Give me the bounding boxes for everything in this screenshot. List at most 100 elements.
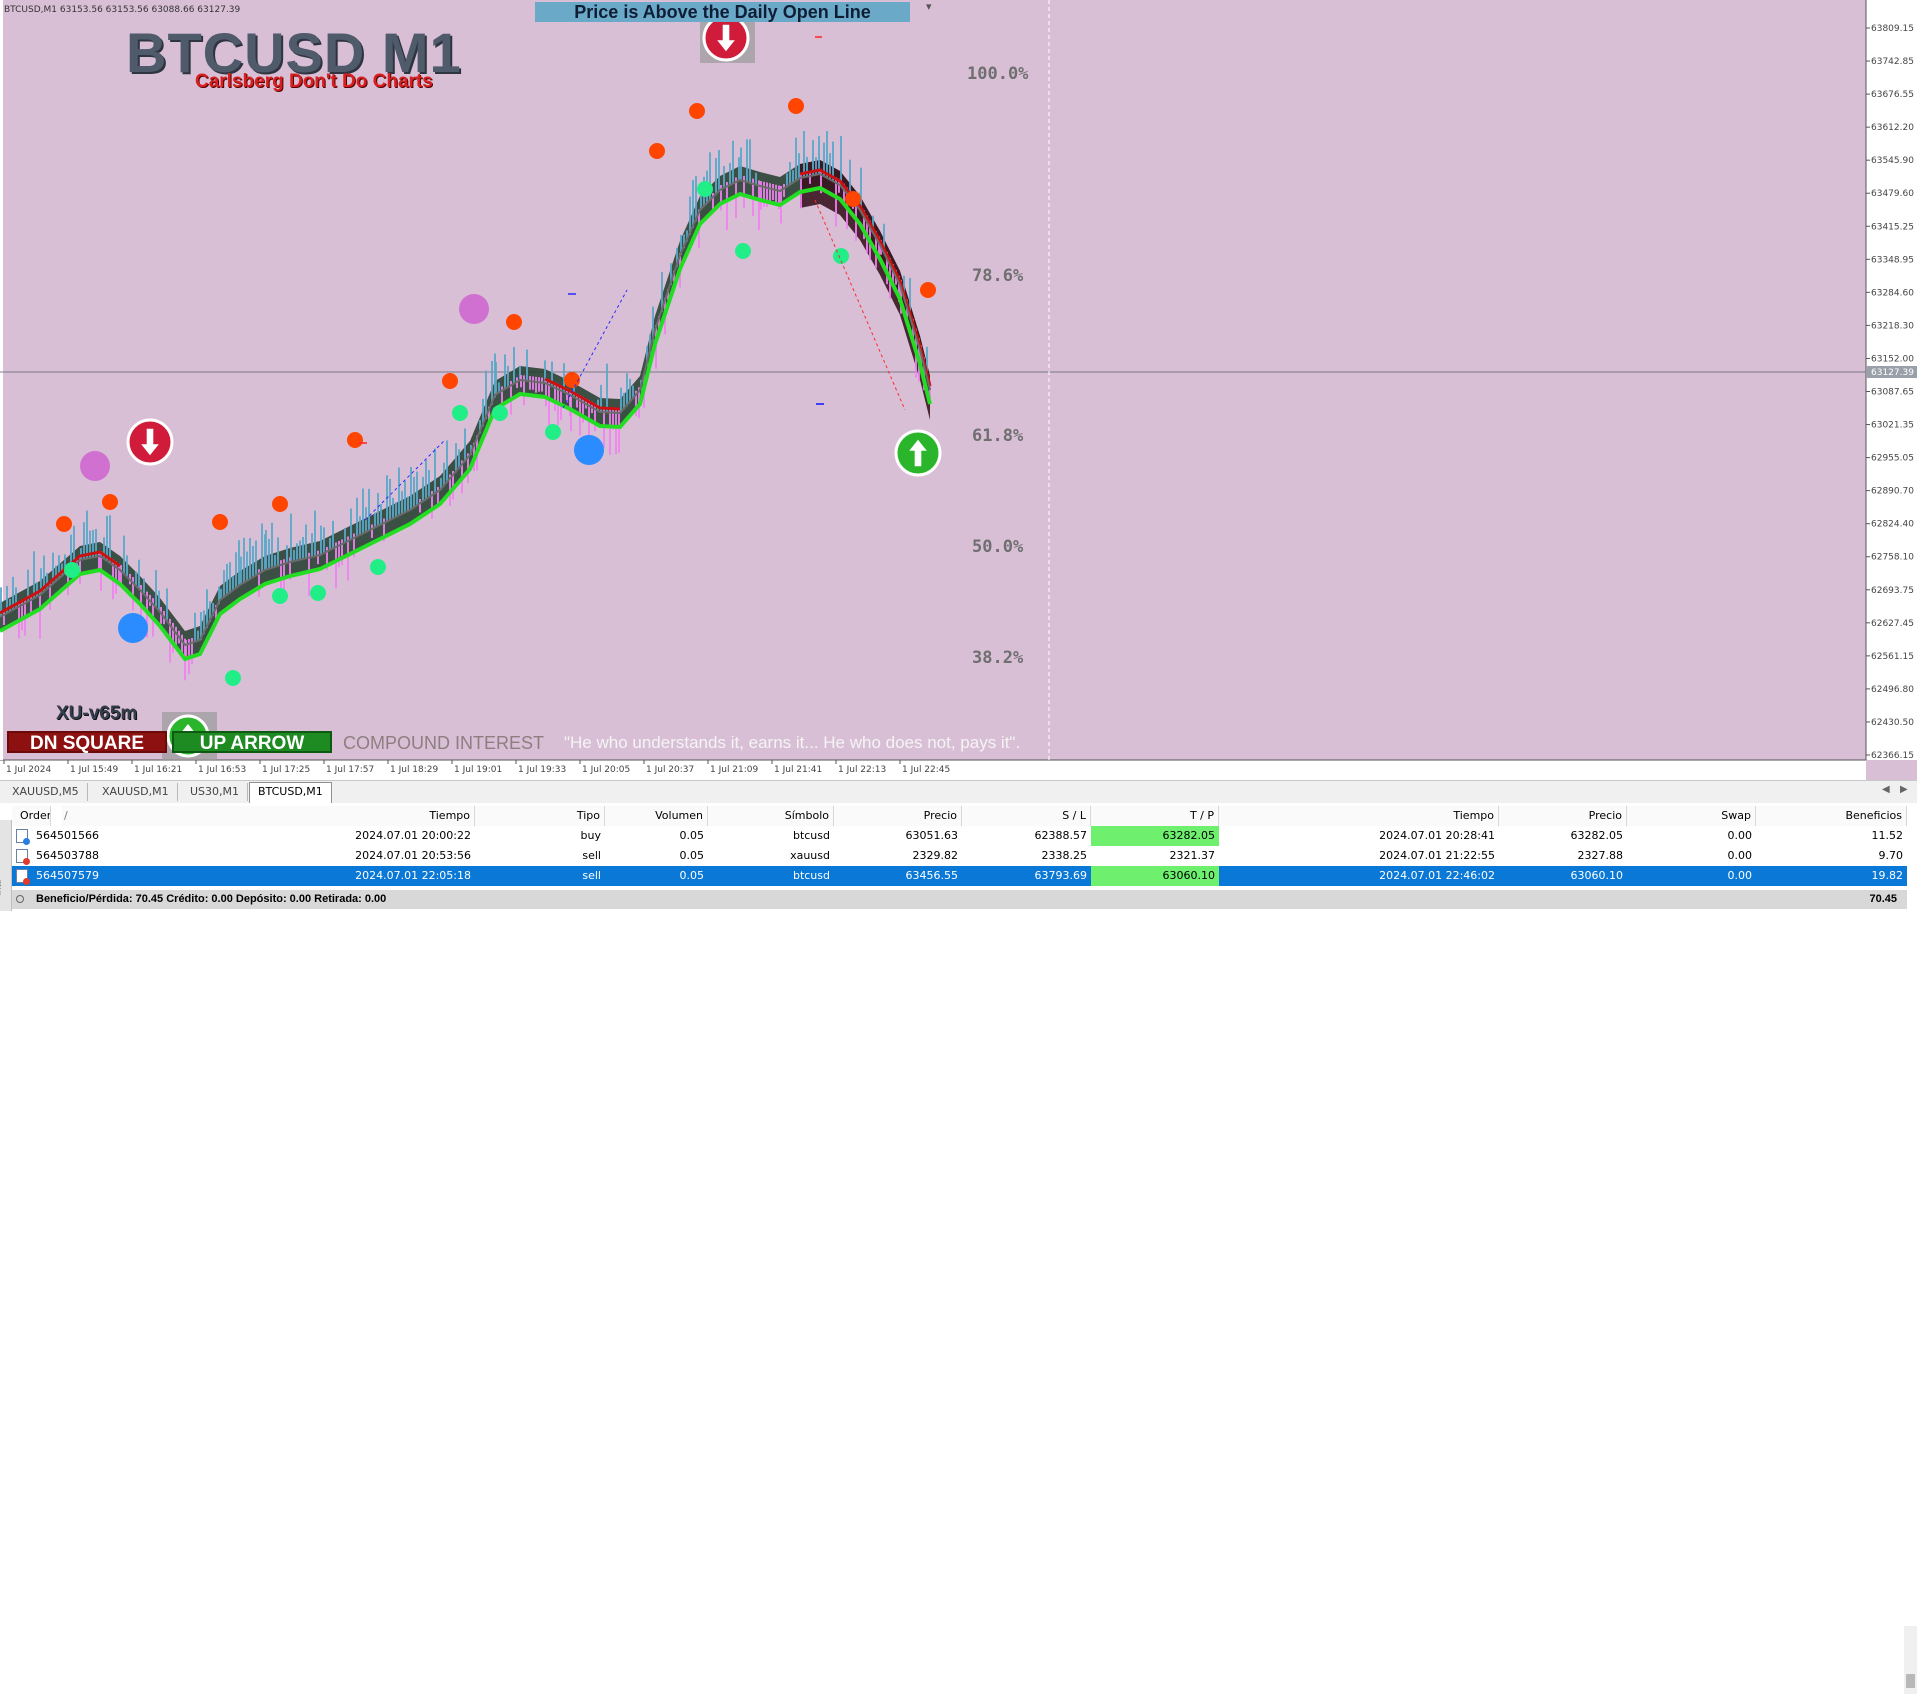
scrollbar-thumb[interactable]	[1906, 1674, 1915, 1688]
orange-signal-dot	[56, 516, 72, 532]
col-header-volumen[interactable]: Volumen	[605, 806, 708, 826]
candle	[840, 135, 842, 185]
price-tick-label: 62693.75	[1871, 586, 1914, 596]
candle	[860, 167, 862, 210]
col-header-beneficios[interactable]: Beneficios	[1756, 806, 1907, 826]
subtitle: Carlsberg Don't Do Charts	[195, 71, 433, 92]
summary-circle-icon	[16, 895, 24, 903]
table-row[interactable]: 564501566 2024.07.01 20:00:22 buy 0.05 b…	[12, 826, 1907, 846]
terminal-side-panel[interactable]: inal	[0, 820, 12, 911]
col-header-orden[interactable]: Orden	[12, 806, 51, 826]
time-tick-label: 1 Jul 16:53	[198, 765, 246, 775]
tab-xauusd-m5[interactable]: XAUUSD,M5	[4, 783, 88, 801]
tab-btcusd-m1[interactable]: BTCUSD,M1	[249, 782, 332, 803]
dn-square-button[interactable]: DN SQUARE	[7, 731, 167, 754]
candle	[374, 512, 376, 528]
fib-level-100: 100.0%	[967, 64, 1029, 84]
candle	[265, 529, 267, 570]
cell-volume: 0.05	[679, 829, 705, 842]
orange-signal-dot	[272, 496, 288, 512]
time-tick-label: 1 Jul 15:49	[70, 765, 119, 775]
candle	[109, 515, 111, 563]
col-header-tipo[interactable]: Tipo	[475, 806, 605, 826]
table-row-selected[interactable]: 564507579 2024.07.01 22:05:18 sell 0.05 …	[12, 866, 1907, 886]
candle	[332, 520, 334, 549]
cell-close-price: 63282.05	[1570, 829, 1624, 842]
cell-tp: 63060.10	[1091, 866, 1219, 886]
tab-scroll-right-icon[interactable]: ▶	[1900, 784, 1908, 795]
up-arrow-button[interactable]: UP ARROW	[172, 731, 332, 754]
banner-dropdown-icon[interactable]: ▾	[926, 0, 932, 13]
candle	[320, 525, 322, 555]
table-row[interactable]: 564503788 2024.07.01 20:53:56 sell 0.05 …	[12, 846, 1907, 866]
candle	[407, 496, 409, 512]
sell-order-icon	[16, 849, 30, 865]
fib-level-786: 78.6%	[972, 266, 1024, 286]
col-header-swap[interactable]: Swap	[1627, 806, 1756, 826]
cell-type: buy	[580, 829, 601, 842]
cell-type: sell	[582, 869, 601, 882]
candle	[80, 548, 82, 560]
candle	[626, 373, 628, 407]
candle	[359, 516, 361, 536]
candle	[526, 349, 528, 381]
col-header-sl[interactable]: S / L	[962, 806, 1091, 826]
cell-tp: 2321.37	[1169, 849, 1216, 862]
candle	[243, 537, 245, 584]
candle	[36, 582, 38, 598]
fib-level-500: 50.0%	[972, 537, 1024, 557]
col-header-tiempo-cierre[interactable]: Tiempo	[1219, 806, 1499, 826]
candle	[261, 523, 263, 573]
terminal-side-label: inal	[0, 879, 4, 896]
candle	[290, 513, 292, 562]
price-chart[interactable]: 63809.15 63742.85 63676.55 63612.20 63545.90…	[0, 0, 1917, 780]
col-header-precio[interactable]: Precio	[834, 806, 962, 826]
candle	[789, 162, 791, 186]
candle	[410, 466, 412, 510]
candle	[758, 180, 760, 231]
col-header-simbolo[interactable]: Símbolo	[708, 806, 834, 826]
candle	[425, 459, 427, 500]
candle	[541, 377, 543, 392]
table-header: Orden / Tiempo Tipo Volumen Símbolo Prec…	[12, 806, 1907, 826]
chart-area[interactable]: 63809.15 63742.85 63676.55 63612.20 63545.90…	[0, 0, 1917, 780]
tab-xauusd-m1[interactable]: XAUUSD,M1	[94, 783, 178, 801]
cell-type: sell	[582, 849, 601, 862]
candle	[695, 175, 697, 222]
col-header-precio-cierre[interactable]: Precio	[1499, 806, 1627, 826]
summary-text: Beneficio/Pérdida: 70.45 Crédito: 0.00 D…	[36, 893, 387, 905]
cell-open-time: 2024.07.01 20:00:22	[355, 829, 471, 842]
candle	[732, 140, 734, 184]
candle	[206, 589, 208, 628]
candle	[398, 467, 400, 516]
candle	[395, 502, 397, 518]
candle	[416, 471, 418, 506]
orange-signal-dot	[788, 98, 804, 114]
cell-close-price: 63060.10	[1570, 869, 1624, 882]
table-scrollbar[interactable]	[1904, 1626, 1917, 1694]
candle	[455, 443, 457, 473]
cell-open-price: 2329.82	[912, 849, 959, 862]
col-header-tp[interactable]: T / P	[1091, 806, 1219, 826]
tab-us30-m1[interactable]: US30,M1	[182, 783, 249, 801]
candle	[344, 527, 346, 543]
candle	[120, 565, 122, 584]
candle	[769, 183, 771, 203]
candle	[606, 363, 608, 413]
candle	[39, 590, 41, 639]
cell-sl: 2338.25	[1041, 849, 1088, 862]
tab-scroll-left-icon[interactable]: ◀	[1882, 784, 1890, 795]
price-tick-label: 63742.85	[1871, 57, 1914, 67]
time-tick-label: 1 Jul 19:33	[518, 765, 566, 775]
orange-signal-dot	[506, 314, 522, 330]
candle	[746, 139, 748, 182]
blue-signal-dot	[574, 435, 604, 465]
candle	[798, 153, 800, 180]
candle	[166, 588, 168, 620]
candle	[783, 184, 785, 197]
price-tick-label: 63612.20	[1871, 123, 1914, 133]
candle	[504, 354, 506, 390]
cell-symbol: btcusd	[792, 829, 830, 842]
candle	[299, 540, 301, 560]
col-header-tiempo[interactable]: Tiempo	[180, 806, 475, 826]
